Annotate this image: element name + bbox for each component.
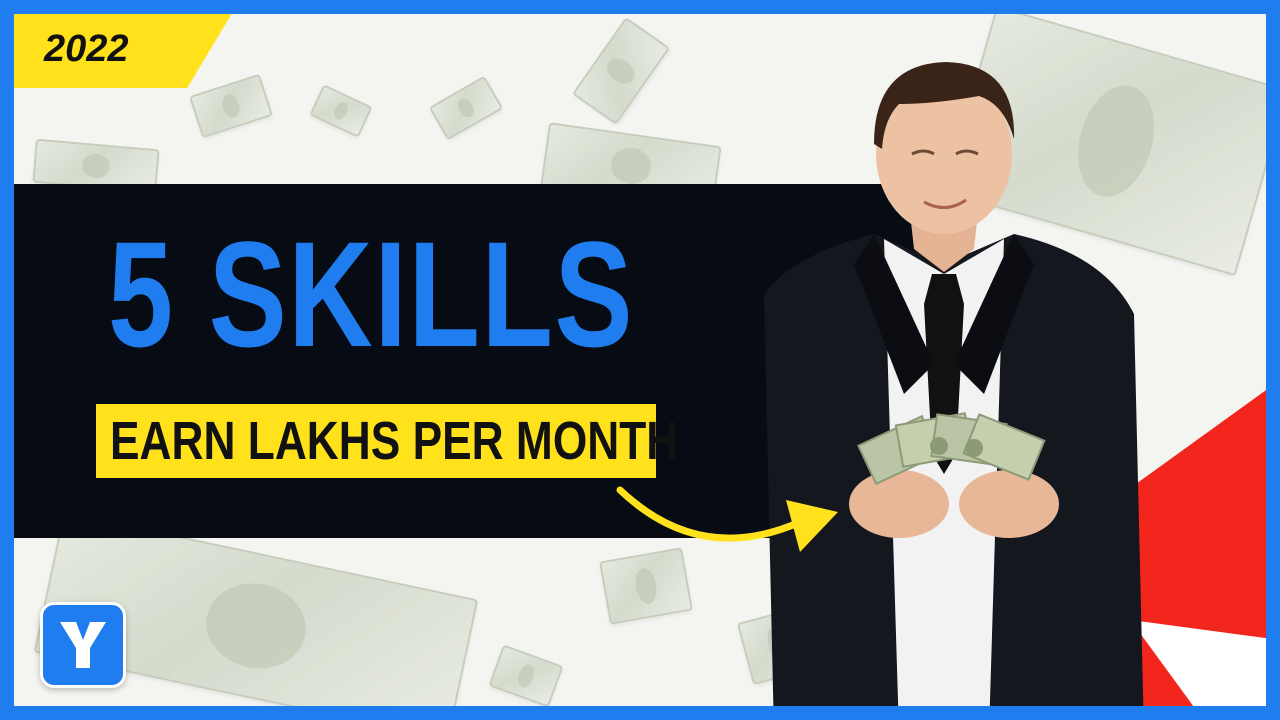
- dollar-bill-icon: [189, 73, 273, 139]
- thumbnail-frame: 5 SKILLS EARN LAKHS PER MONTH 2022: [0, 0, 1280, 720]
- dollar-bill-icon: [428, 75, 504, 141]
- year-label: 2022: [44, 28, 129, 70]
- curved-arrow-icon: [616, 486, 838, 552]
- y-logo-icon: [40, 602, 126, 688]
- dollar-bill-icon: [488, 644, 564, 706]
- headline-subtitle: EARN LAKHS PER MONTH: [110, 411, 679, 471]
- subtitle-banner: EARN LAKHS PER MONTH: [96, 404, 678, 478]
- businessman-holding-cash: [764, 62, 1144, 706]
- dollar-bill-icon: [571, 17, 671, 125]
- headline-title: 5 SKILLS: [108, 210, 635, 378]
- dollar-bill-icon: [309, 84, 373, 138]
